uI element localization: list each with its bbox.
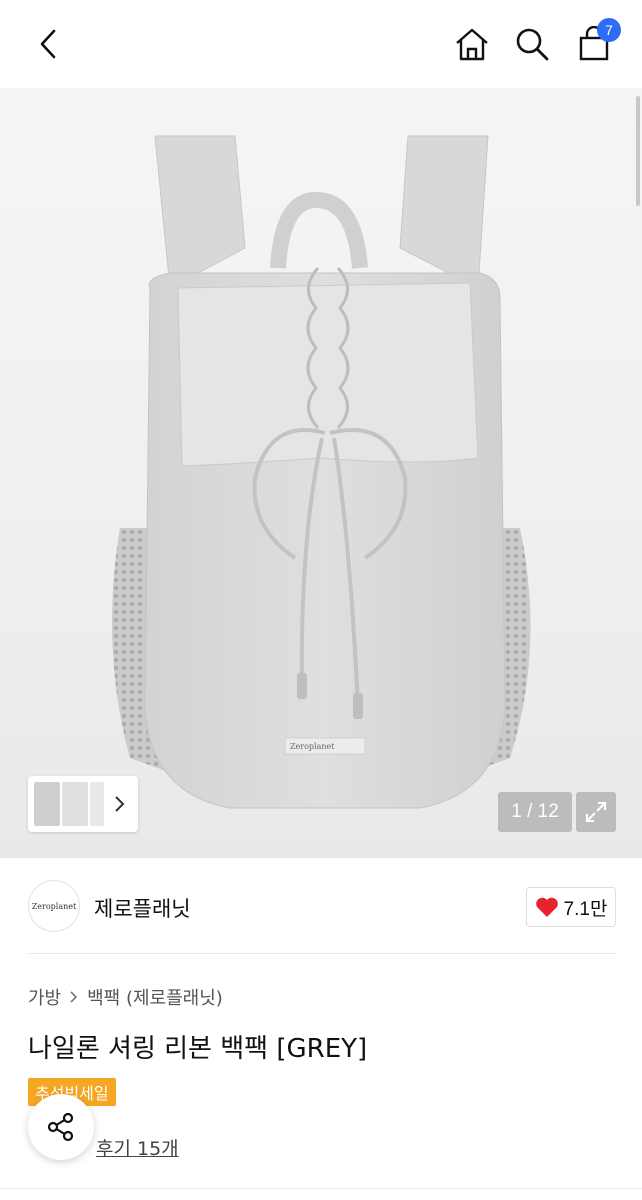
expand-button[interactable] [576, 792, 616, 832]
like-count: 7.1만 [563, 898, 608, 920]
product-image-gallery[interactable]: Zeroplanet 1 / 12 [0, 88, 642, 858]
thumbnail-2[interactable] [62, 782, 88, 826]
breadcrumb-category[interactable]: 가방 [28, 984, 61, 1010]
cart-button[interactable]: 7 [571, 18, 621, 66]
divider [28, 953, 616, 954]
like-button[interactable]: 7.1만 [526, 887, 616, 927]
top-bar: 7 [0, 0, 642, 88]
breadcrumb: 가방 백팩 (제로플래닛) [28, 984, 223, 1010]
brand-name[interactable]: 제로플래닛 [94, 893, 191, 923]
thumbnail-1[interactable] [34, 782, 60, 826]
expand-icon [586, 802, 606, 822]
share-icon [47, 1112, 74, 1142]
breadcrumb-subcategory[interactable]: 백팩 (제로플래닛) [87, 984, 223, 1010]
brand-logo[interactable]: Zeroplanet [28, 880, 80, 932]
chevron-right-icon[interactable] [112, 794, 128, 814]
search-button[interactable] [510, 22, 554, 66]
bottom-divider [0, 1188, 642, 1189]
product-brand-label: Zeroplanet [290, 742, 335, 751]
product-title: 나일론 셔링 리본 백팩 [GREY] [28, 1034, 368, 1064]
chevron-right-icon [70, 991, 78, 1003]
image-counter: 1 / 12 [498, 792, 572, 832]
brand-logo-text: Zeroplanet [31, 901, 77, 911]
back-button[interactable] [26, 22, 70, 66]
brand-row: Zeroplanet 제로플래닛 7.1만 [28, 880, 616, 934]
review-link[interactable]: 후기 15개 [96, 1134, 179, 1161]
home-button[interactable] [450, 22, 494, 66]
thumbnail-3[interactable] [90, 782, 104, 826]
heart-icon [535, 897, 558, 917]
thumbnail-strip[interactable] [28, 776, 138, 832]
chevron-left-icon [40, 29, 56, 59]
cart-count-badge: 7 [597, 18, 621, 42]
search-icon [516, 28, 549, 61]
home-icon [456, 28, 488, 61]
share-button[interactable] [28, 1094, 94, 1160]
